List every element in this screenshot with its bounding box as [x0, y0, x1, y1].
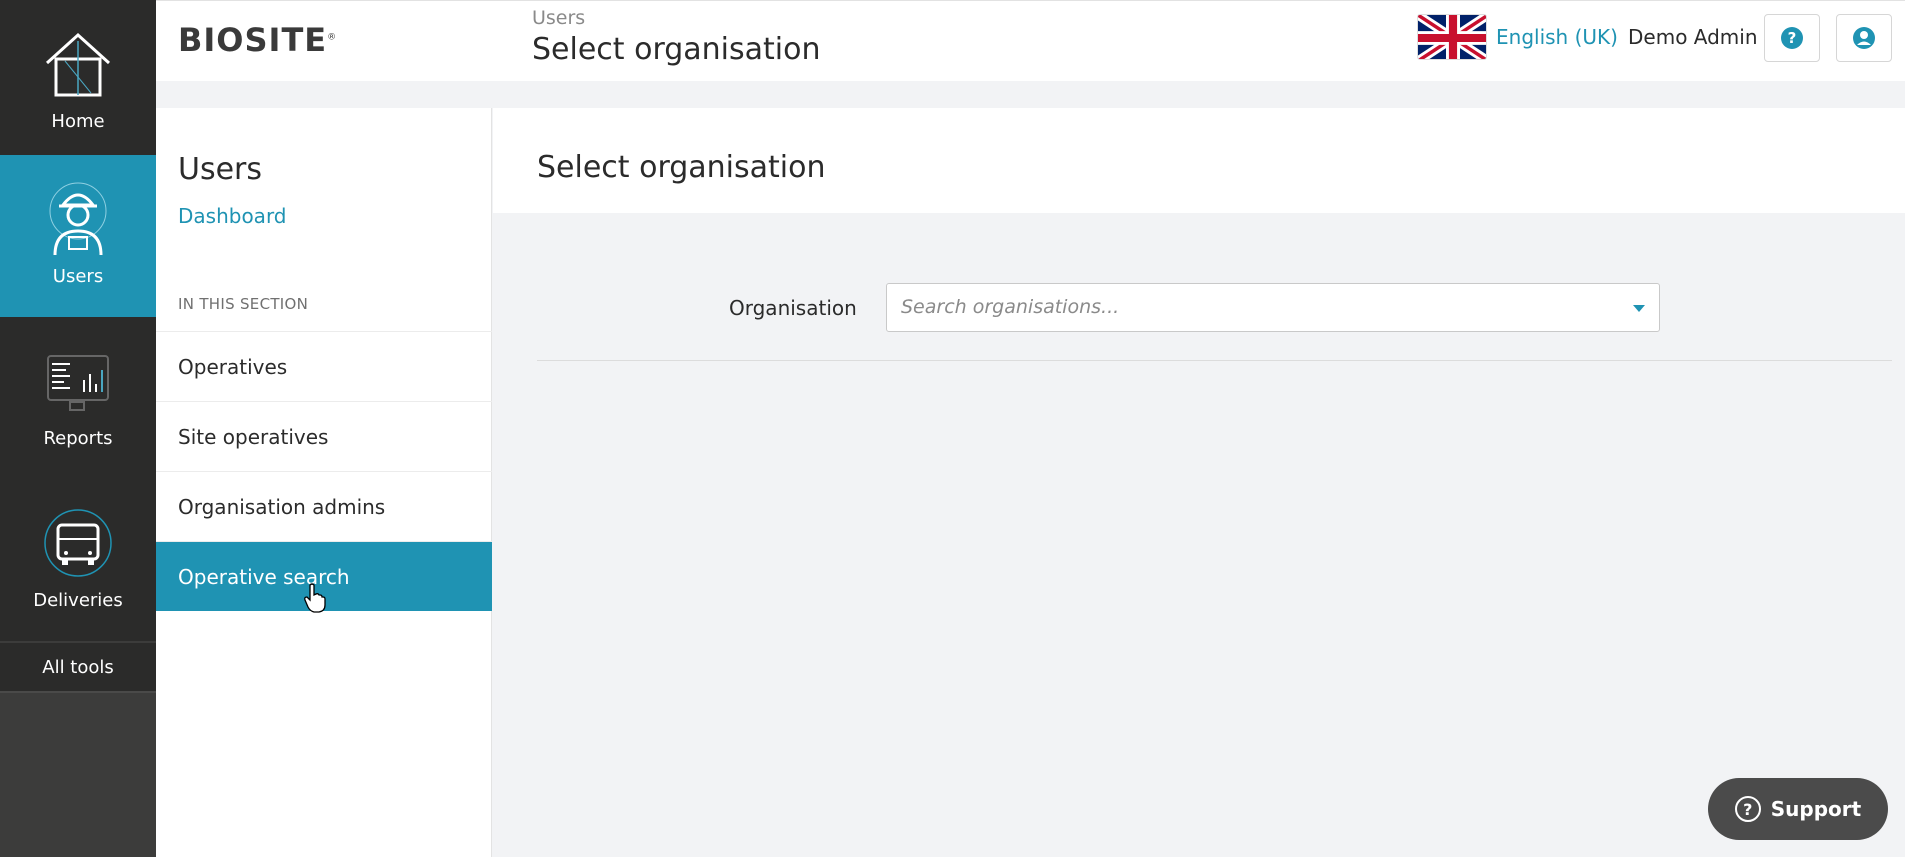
page-title: Select organisation	[532, 32, 821, 67]
form-divider	[537, 360, 1892, 361]
nav-item-organisation-admins[interactable]: Organisation admins	[156, 471, 492, 541]
question-circle-icon: ?	[1781, 27, 1803, 49]
truck-icon	[38, 503, 118, 583]
svg-text:?: ?	[1788, 29, 1797, 47]
logo-text: BIOSITE	[178, 21, 328, 59]
rail-all-tools[interactable]: All tools	[0, 641, 156, 693]
support-label: Support	[1770, 797, 1862, 821]
organisation-label: Organisation	[729, 296, 857, 320]
rail-deliveries-label: Deliveries	[33, 590, 123, 611]
rail-users-label: Users	[52, 266, 104, 287]
nav-dashboard-link[interactable]: Dashboard	[178, 204, 287, 228]
account-button[interactable]	[1836, 14, 1892, 62]
main-title: Select organisation	[537, 150, 826, 185]
main-header: Select organisation	[493, 108, 1905, 213]
top-bar: BIOSITE® Users Select organisation Engli…	[156, 0, 1905, 81]
support-button[interactable]: ? Support	[1708, 778, 1888, 840]
rail-reports-label: Reports	[43, 428, 113, 449]
rail-item-users[interactable]: Users	[0, 155, 156, 317]
rail-item-home[interactable]: Home	[0, 0, 156, 162]
caret-down-icon[interactable]	[1633, 305, 1645, 312]
organisation-select[interactable]: Search organisations...	[886, 283, 1660, 332]
hand-cursor-icon	[304, 583, 326, 617]
organisation-search-placeholder: Search organisations...	[901, 296, 1120, 318]
rail-item-deliveries[interactable]: Deliveries	[0, 479, 156, 641]
biosite-logo[interactable]: BIOSITE®	[178, 21, 337, 59]
user-circle-icon	[1853, 27, 1875, 49]
logo-registered-mark: ®	[327, 32, 338, 43]
user-name[interactable]: Demo Admin	[1628, 25, 1758, 49]
nav-section-heading: IN THIS SECTION	[178, 295, 309, 313]
worker-icon	[38, 179, 118, 259]
nav-title: Users	[178, 152, 263, 187]
help-button[interactable]: ?	[1764, 14, 1820, 62]
question-icon: ?	[1734, 796, 1761, 822]
nav-item-site-operatives[interactable]: Site operatives	[156, 401, 492, 471]
language-selector[interactable]: English (UK)	[1496, 25, 1618, 49]
report-icon	[38, 341, 118, 421]
rail-home-label: Home	[51, 111, 105, 132]
house-icon	[38, 24, 118, 104]
section-nav: Users Dashboard IN THIS SECTION Operativ…	[156, 108, 492, 857]
nav-item-operatives[interactable]: Operatives	[156, 331, 492, 401]
app-rail: Home Users Reports Deliveries All tools	[0, 0, 156, 857]
rail-item-reports[interactable]: Reports	[0, 317, 156, 479]
breadcrumb[interactable]: Users	[532, 7, 585, 29]
uk-flag-icon[interactable]	[1417, 14, 1487, 60]
